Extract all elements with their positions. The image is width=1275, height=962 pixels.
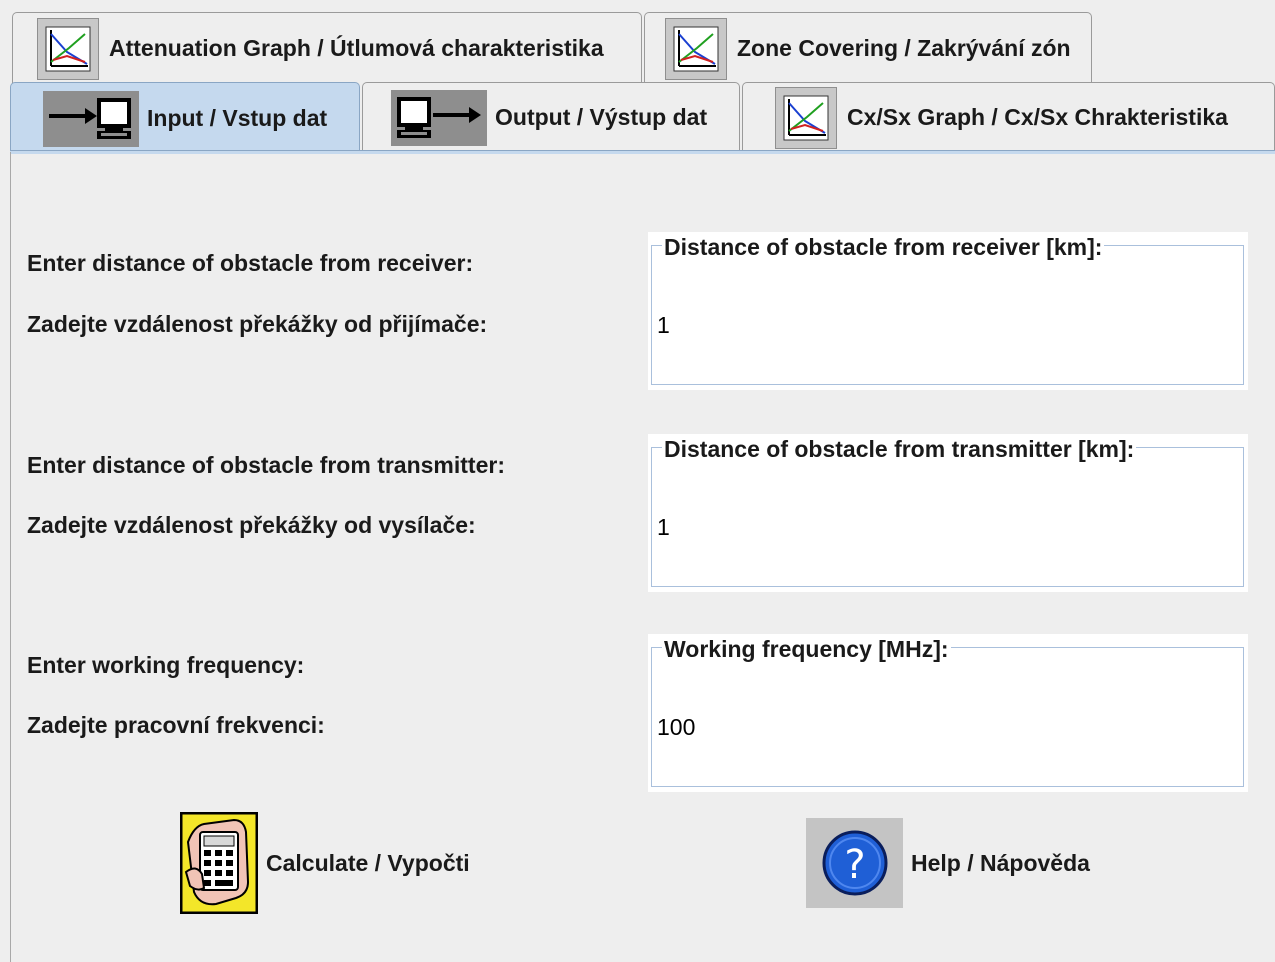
tab-label: Input / Vstup dat bbox=[147, 105, 328, 131]
tab-label: Cx/Sx Graph / Cx/Sx Chrakteristika bbox=[847, 104, 1228, 130]
help-button[interactable]: ? Help / Nápověda bbox=[806, 818, 1090, 908]
frequency-prompt-cz: Zadejte pracovní frekvenci: bbox=[27, 712, 325, 738]
tab-label: Attenuation Graph / Útlumová charakteris… bbox=[109, 35, 604, 61]
frequency-group: Working frequency [MHz]: bbox=[648, 634, 1248, 792]
tab-strip-divider bbox=[10, 150, 1275, 154]
field-title: Distance of obstacle from receiver [km]: bbox=[662, 234, 1105, 261]
tab-output[interactable]: Output / Výstup dat bbox=[362, 82, 740, 152]
receiver-prompt-en: Enter distance of obstacle from receiver… bbox=[27, 250, 474, 276]
tab-cx-sx-graph[interactable]: Cx/Sx Graph / Cx/Sx Chrakteristika bbox=[742, 82, 1275, 152]
graph-icon bbox=[37, 17, 99, 80]
tab-label: Zone Covering / Zakrývání zón bbox=[737, 35, 1071, 61]
transmitter-prompt-cz: Zadejte vzdálenost překážky od vysílače: bbox=[27, 512, 476, 538]
graph-icon bbox=[775, 86, 837, 149]
frequency-prompt-en: Enter working frequency: bbox=[27, 652, 305, 678]
svg-text:?: ? bbox=[844, 842, 865, 888]
field-title: Distance of obstacle from transmitter [k… bbox=[662, 436, 1137, 463]
transmitter-distance-group: Distance of obstacle from transmitter [k… bbox=[648, 434, 1248, 592]
input-icon bbox=[43, 90, 139, 147]
help-button-label: Help / Nápověda bbox=[911, 849, 1090, 876]
tab-input[interactable]: Input / Vstup dat bbox=[10, 82, 360, 154]
output-icon bbox=[391, 89, 487, 146]
receiver-distance-input[interactable] bbox=[657, 312, 1237, 339]
transmitter-prompt-en: Enter distance of obstacle from transmit… bbox=[27, 452, 505, 478]
tab-zone-covering[interactable]: Zone Covering / Zakrývání zón bbox=[644, 12, 1092, 84]
transmitter-distance-input[interactable] bbox=[657, 514, 1237, 541]
tab-label: Output / Výstup dat bbox=[495, 104, 708, 130]
calculator-icon bbox=[179, 811, 259, 915]
calculate-button-label: Calculate / Vypočti bbox=[266, 849, 470, 876]
frequency-input[interactable] bbox=[657, 714, 1237, 741]
panel-border bbox=[10, 152, 11, 962]
calculate-button[interactable]: Calculate / Vypočti bbox=[179, 811, 470, 915]
receiver-distance-group: Distance of obstacle from receiver [km]: bbox=[648, 232, 1248, 390]
graph-icon bbox=[665, 17, 727, 80]
help-icon: ? bbox=[806, 818, 903, 908]
receiver-prompt-cz: Zadejte vzdálenost překážky od přijímače… bbox=[27, 311, 488, 337]
tab-attenuation-graph[interactable]: Attenuation Graph / Útlumová charakteris… bbox=[12, 12, 642, 84]
field-title: Working frequency [MHz]: bbox=[662, 636, 951, 663]
